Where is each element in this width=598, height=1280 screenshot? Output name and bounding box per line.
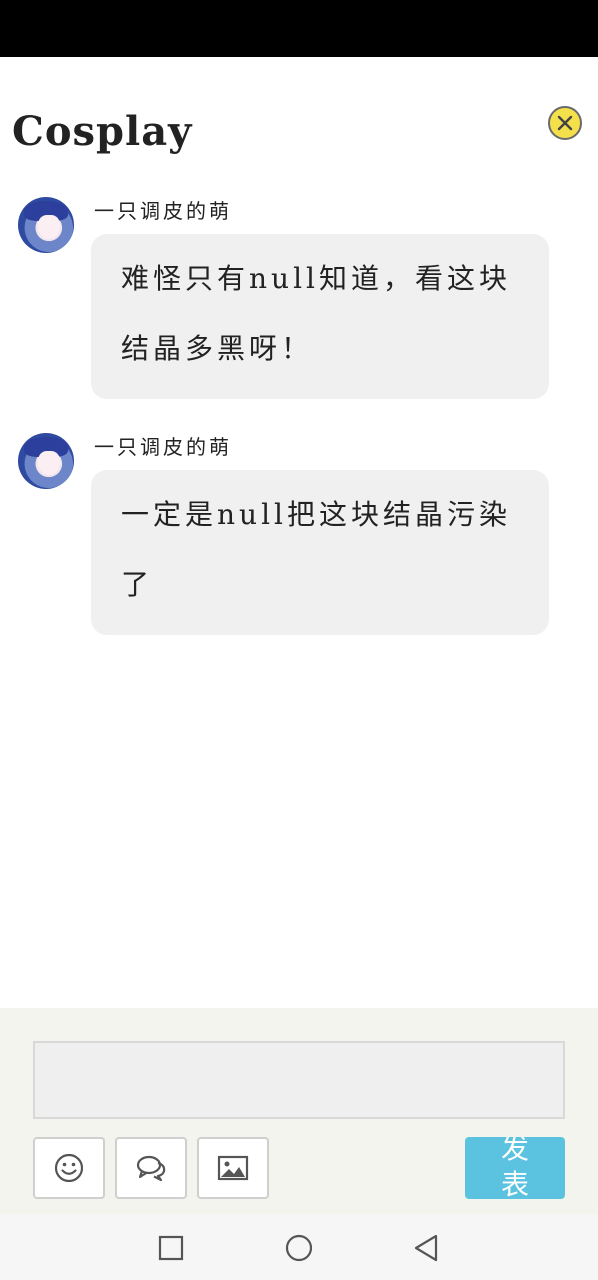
home-button[interactable] xyxy=(283,1232,315,1264)
image-button[interactable] xyxy=(197,1137,269,1199)
navigation-bar xyxy=(0,1214,598,1280)
send-button[interactable]: 发表 xyxy=(465,1137,565,1199)
avatar[interactable] xyxy=(18,197,74,253)
message-bubble: 难怪只有null知道，看这块结晶多黑呀！ xyxy=(91,234,549,399)
recent-apps-button[interactable] xyxy=(155,1232,187,1264)
image-icon xyxy=(217,1155,249,1181)
status-bar xyxy=(0,0,598,57)
close-icon xyxy=(557,115,573,131)
emoji-button[interactable] xyxy=(33,1137,105,1199)
message-bubble: 一定是null把这块结晶污染了 xyxy=(91,470,549,635)
back-triangle-icon xyxy=(414,1234,438,1262)
avatar[interactable] xyxy=(18,433,74,489)
smiley-icon xyxy=(54,1153,84,1183)
close-button[interactable] xyxy=(548,106,582,140)
message-text: 难怪只有null知道，看这块结晶多黑呀！ xyxy=(121,262,511,365)
page-title: Cosplay xyxy=(12,108,193,155)
compose-area: 发表 xyxy=(0,1008,598,1214)
quick-reply-button[interactable] xyxy=(115,1137,187,1199)
message-text: 一定是null把这块结晶污染了 xyxy=(121,498,511,601)
message-username: 一只调皮的萌 xyxy=(94,199,232,223)
circle-icon xyxy=(285,1234,313,1262)
back-button[interactable] xyxy=(410,1232,442,1264)
chat-bubbles-icon xyxy=(136,1155,166,1182)
message-input[interactable] xyxy=(33,1041,565,1119)
message-username: 一只调皮的萌 xyxy=(94,435,232,459)
send-button-label: 发表 xyxy=(501,1137,530,1199)
square-icon xyxy=(158,1235,184,1261)
chat-screen: Cosplay 一只调皮的萌 难怪只有null知道，看这块结晶多黑呀！ 一只调皮… xyxy=(0,0,598,1280)
